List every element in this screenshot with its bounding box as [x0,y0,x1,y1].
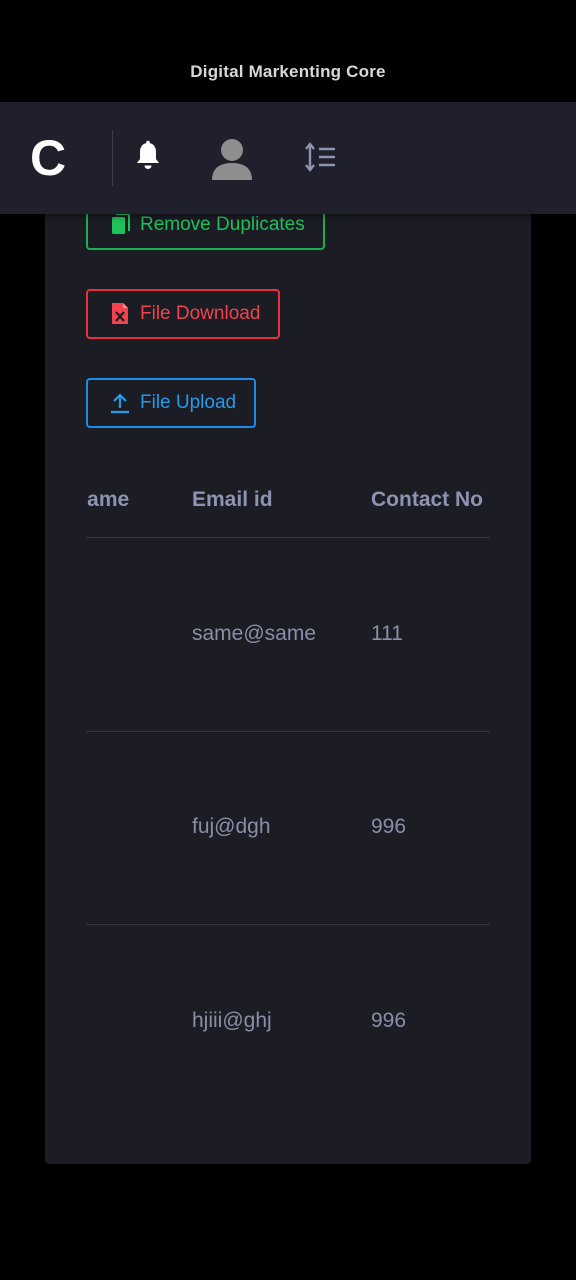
email-cell: same@same [192,622,317,645]
contact-cell: 996 [371,815,407,838]
remove-duplicates-label: Remove Duplicates [140,214,305,235]
contact-cell: 996 [371,1009,407,1032]
column-header-contact[interactable]: Contact No [371,488,483,512]
top-app-bar: C [0,102,576,214]
app-title: Digital Markenting Core [190,62,386,81]
column-header-email[interactable]: Email id [192,488,273,512]
file-download-button[interactable]: File Download [86,289,281,339]
table-header: Name Email id Contact No [86,460,490,538]
table-row[interactable]: fuj@dgh 996 [86,731,490,925]
excel-file-icon [112,303,128,324]
table-row[interactable]: same@same 111 [86,538,490,732]
file-upload-label: File Upload [140,392,237,413]
topbar-divider [112,130,113,186]
email-cell: hjiii@ghj [192,1009,272,1032]
upload-icon [111,393,129,414]
file-upload-button[interactable]: File Upload [86,378,257,428]
sort-lines-icon[interactable] [304,142,338,172]
file-download-label: File Download [140,303,261,324]
contact-cell: 111 [371,622,403,645]
email-cell: fuj@dgh [192,815,271,838]
bell-icon[interactable] [134,140,162,172]
column-header-name[interactable]: Name [86,488,129,512]
table-row[interactable]: hjiii@ghj 996 [86,925,490,1119]
user-avatar-icon[interactable] [210,136,254,180]
document-copy-icon [112,213,130,234]
contacts-table[interactable]: Name Email id Contact No same@same 111 f… [86,460,490,1120]
app-logo[interactable]: C [30,128,72,188]
